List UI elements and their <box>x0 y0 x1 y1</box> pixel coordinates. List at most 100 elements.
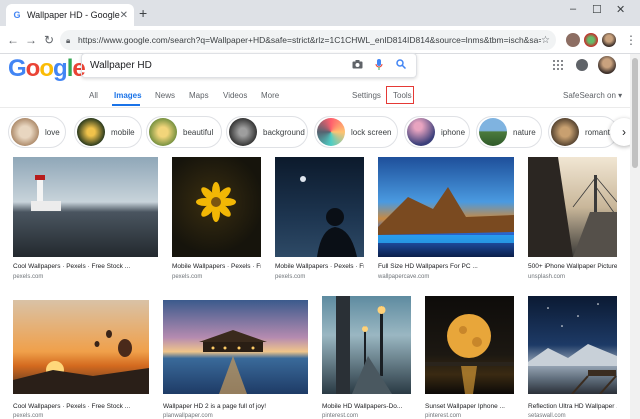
search-icon[interactable] <box>394 59 408 72</box>
extension-icon[interactable] <box>566 33 580 47</box>
result-caption: Sunset Wallpaper Iphone ... <box>425 403 505 410</box>
image-result[interactable]: Cool Wallpapers · Pexels · Free Stock ..… <box>13 157 158 285</box>
tab-videos[interactable]: Videos <box>223 91 247 100</box>
result-thumbnail <box>322 296 411 394</box>
result-thumbnail <box>378 157 514 257</box>
result-source: pinterest.com <box>322 413 359 419</box>
image-result[interactable]: Full Size HD Wallpapers For PC ... wallp… <box>378 157 514 285</box>
chip-lock-screen[interactable]: lock screen <box>314 116 398 148</box>
result-thumbnail <box>528 157 618 257</box>
apps-grid-icon[interactable] <box>553 60 563 70</box>
chip-label: beautiful <box>183 127 214 137</box>
search-query: Wallpaper HD <box>90 60 152 71</box>
chip-romantic[interactable]: romantic <box>548 116 618 148</box>
page-scrollbar[interactable] <box>630 54 640 419</box>
result-thumbnail <box>13 300 149 394</box>
browser-tab[interactable]: G Wallpaper HD - Google Search ✕ <box>6 4 134 26</box>
url-bar[interactable]: 🔒︎ https://www.google.com/search?q=Wallp… <box>60 30 556 50</box>
result-caption: Mobile Wallpapers · Pexels · Free Sto... <box>275 263 364 270</box>
account-avatar[interactable] <box>598 56 616 74</box>
reload-button[interactable]: ↻ <box>40 33 58 47</box>
chip-background[interactable]: background <box>226 116 308 148</box>
tab-images[interactable]: Images <box>114 91 142 100</box>
result-source: wallpapercave.com <box>378 274 430 280</box>
chip-love[interactable]: love <box>8 116 66 148</box>
result-thumbnail <box>275 157 364 257</box>
tab-title: Wallpaper HD - Google Search <box>27 10 120 20</box>
camera-icon[interactable] <box>350 59 364 72</box>
chip-label: nature <box>513 127 536 137</box>
forward-button[interactable]: → <box>22 33 40 47</box>
result-caption: Full Size HD Wallpapers For PC ... <box>378 263 478 270</box>
profile-avatar[interactable] <box>602 33 616 47</box>
bookmark-star-icon[interactable]: ☆ <box>541 35 550 46</box>
logo-letter: G <box>8 55 27 82</box>
new-tab-button[interactable]: + <box>139 5 147 21</box>
search-tabs: All Images News Maps Videos More Setting… <box>0 86 640 106</box>
result-source: setaswall.com <box>528 413 566 419</box>
chip-label: background <box>263 127 305 137</box>
image-result[interactable]: Mobile HD Wallpapers-Do... pinterest.com <box>322 296 411 419</box>
google-favicon-icon: G <box>13 10 21 20</box>
lock-icon: 🔒︎ <box>66 36 71 45</box>
chip-thumbnail <box>77 118 105 146</box>
safesearch-toggle[interactable]: SafeSearch on ▾ <box>563 91 622 100</box>
result-thumbnail <box>172 157 261 257</box>
result-source: pexels.com <box>13 274 44 280</box>
back-button[interactable]: ← <box>4 33 22 47</box>
result-caption: 500+ iPhone Wallpaper Pictures ... <box>528 263 617 270</box>
chip-thumbnail <box>407 118 435 146</box>
chip-nature[interactable]: nature <box>476 116 542 148</box>
notifications-icon[interactable] <box>576 59 588 71</box>
active-tab-indicator <box>112 104 140 106</box>
tab-news[interactable]: News <box>155 91 175 100</box>
tools-highlight-box <box>386 86 414 104</box>
chip-iphone[interactable]: iphone <box>404 116 470 148</box>
image-result[interactable]: Sunset Wallpaper Iphone ... pinterest.co… <box>425 296 514 419</box>
browser-menu-icon[interactable]: ⋮ <box>622 33 640 47</box>
image-result[interactable]: 500+ iPhone Wallpaper Pictures ... unspl… <box>528 157 618 285</box>
result-thumbnail <box>163 300 308 394</box>
chip-label: lock screen <box>351 127 392 137</box>
microphone-icon[interactable] <box>372 58 386 73</box>
image-result[interactable]: Mobile Wallpapers · Pexels · Free Sto...… <box>275 157 364 285</box>
address-toolbar: ← → ↻ 🔒︎ https://www.google.com/search?q… <box>0 26 640 54</box>
chip-label: love <box>45 127 60 137</box>
result-caption: Cool Wallpapers · Pexels · Free Stock ..… <box>13 403 131 410</box>
image-result[interactable]: Wallpaper HD 2 is a page full of joy! pl… <box>163 300 308 419</box>
result-source: unsplash.com <box>528 274 566 280</box>
image-result[interactable]: Mobile Wallpapers · Pexels · Free Stoc..… <box>172 157 261 285</box>
chip-thumbnail <box>551 118 579 146</box>
logo-letter: o <box>39 55 54 82</box>
chip-thumbnail <box>149 118 177 146</box>
google-logo[interactable]: Google <box>8 55 86 83</box>
chip-beautiful[interactable]: beautiful <box>146 116 222 148</box>
result-source: planwallpaper.com <box>163 413 213 419</box>
result-source: pinterest.com <box>425 413 462 419</box>
result-caption: Wallpaper HD 2 is a page full of joy! <box>163 403 267 410</box>
window-close-button[interactable]: ✕ <box>616 3 625 16</box>
chip-thumbnail <box>11 118 39 146</box>
search-input[interactable]: Wallpaper HD <box>81 53 417 78</box>
settings-link[interactable]: Settings <box>352 91 381 100</box>
image-result[interactable]: Reflection Ultra HD Wallpaper ... setasw… <box>528 296 617 419</box>
result-thumbnail <box>425 296 514 394</box>
maximize-button[interactable]: ☐ <box>592 3 602 16</box>
result-source: pexels.com <box>275 274 306 280</box>
result-source: pexels.com <box>13 413 44 419</box>
chip-mobile[interactable]: mobile <box>74 116 142 148</box>
tab-all[interactable]: All <box>89 91 98 100</box>
result-caption: Mobile Wallpapers · Pexels · Free Stoc..… <box>172 263 261 270</box>
result-thumbnail <box>528 296 617 395</box>
logo-letter: g <box>53 55 68 82</box>
extension-icon[interactable] <box>584 33 598 47</box>
result-thumbnail <box>13 157 158 257</box>
minimize-button[interactable]: – <box>570 3 576 15</box>
scrollbar-thumb[interactable] <box>632 58 638 168</box>
tab-more[interactable]: More <box>261 91 279 100</box>
logo-letter: o <box>25 55 41 82</box>
tab-close-icon[interactable]: ✕ <box>120 10 128 21</box>
tab-maps[interactable]: Maps <box>189 91 209 100</box>
chip-thumbnail <box>479 118 507 146</box>
image-result[interactable]: Cool Wallpapers · Pexels · Free Stock ..… <box>13 300 149 419</box>
